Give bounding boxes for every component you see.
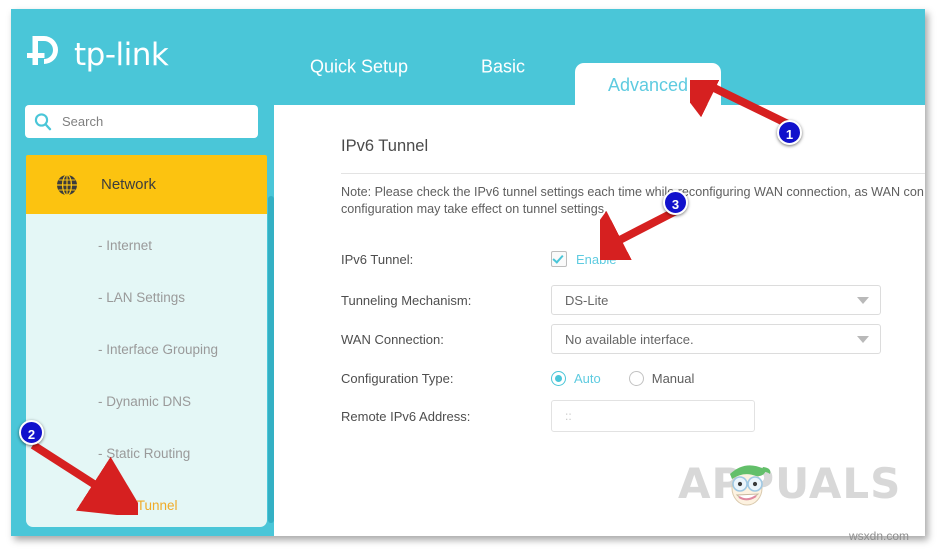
label-tunneling-mechanism: Tunneling Mechanism: [341, 292, 472, 308]
search-input[interactable] [62, 114, 242, 129]
appuals-watermark: APPUALS [678, 457, 900, 511]
tab-advanced[interactable]: Advanced [575, 63, 721, 107]
row-ipv6-tunnel: IPv6 Tunnel: Enable [341, 245, 925, 273]
page-title: IPv6 Tunnel [341, 137, 429, 155]
label-configuration-type: Configuration Type: [341, 370, 454, 386]
search-icon [33, 112, 53, 132]
sidebar-item-internet[interactable]: - Internet [26, 238, 267, 253]
appuals-watermark-text: APPUALS [678, 459, 902, 508]
row-wan-connection: WAN Connection: No available interface. [341, 324, 925, 354]
sidebar-item-network[interactable]: Network [26, 155, 267, 214]
radio-auto-icon[interactable] [551, 370, 566, 386]
chevron-down-icon [857, 297, 869, 304]
radio-manual-label: Manual [651, 370, 695, 386]
radio-auto-label: Auto [574, 370, 601, 386]
sidebar-item-interface-grouping[interactable]: - Interface Grouping [26, 342, 267, 357]
sidebar-submenu: - Internet - LAN Settings - Interface Gr… [26, 214, 267, 527]
label-remote-ipv6-address: Remote IPv6 Address: [341, 408, 471, 424]
globe-icon [55, 173, 79, 197]
note-line-2: configuration may take effect on tunnel … [341, 202, 608, 216]
search-box[interactable] [25, 105, 258, 138]
remote-ipv6-address-input[interactable] [551, 400, 755, 432]
sidebar-item-lan-settings[interactable]: - LAN Settings [26, 290, 267, 305]
tab-quick-setup[interactable]: Quick Setup [310, 57, 408, 78]
tab-advanced-label: Advanced [607, 75, 689, 95]
annotation-badge-2: 2 [19, 420, 44, 445]
sidebar-item-static-routing[interactable]: - Static Routing [26, 446, 267, 461]
note-line-1: Note: Please check the IPv6 tunnel setti… [341, 185, 924, 199]
note-text: Note: Please check the IPv6 tunnel setti… [341, 184, 925, 218]
annotation-badge-3: 3 [663, 190, 688, 215]
brand-logo: tp-link [24, 30, 169, 78]
screenshot-root: tp-link Search Network - Internet - LAN … [0, 0, 951, 550]
sidebar-item-dynamic-dns[interactable]: - Dynamic DNS [26, 394, 267, 409]
enable-checkbox-label: Enable [576, 251, 617, 267]
wan-connection-select[interactable]: No available interface. [551, 324, 881, 354]
row-remote-ipv6-address: Remote IPv6 Address: [341, 400, 925, 432]
label-wan-connection: WAN Connection: [341, 331, 444, 347]
checkbox-icon[interactable] [551, 251, 567, 267]
tp-link-logo-icon [24, 32, 68, 76]
sidebar-item-network-label: Network [101, 176, 157, 193]
sidebar-item-ipv6-tunnel[interactable]: - IPv6 Tunnel [26, 498, 267, 513]
source-watermark: wsxdn.com [849, 529, 910, 543]
enable-checkbox[interactable]: Enable [551, 251, 616, 267]
tunneling-mechanism-select[interactable]: DS-Lite [551, 285, 881, 315]
brand-name: tp-link [74, 36, 169, 73]
label-ipv6-tunnel: IPv6 Tunnel: [341, 251, 414, 267]
row-tunneling-mechanism: Tunneling Mechanism: DS-Lite [341, 285, 925, 315]
title-divider [341, 173, 925, 174]
chevron-down-icon [857, 336, 869, 343]
appuals-mascot-icon [730, 465, 771, 506]
tab-basic[interactable]: Basic [481, 57, 525, 78]
configuration-type-radio-group: Auto Manual [551, 370, 722, 386]
radio-manual-icon[interactable] [628, 370, 644, 386]
row-configuration-type: Configuration Type: Auto Manual [341, 364, 925, 392]
radio-auto[interactable]: Auto [551, 370, 601, 386]
tabbar: Quick Setup Basic Advanced [274, 9, 925, 107]
tunneling-mechanism-value: DS-Lite [565, 292, 609, 308]
annotation-badge-1: 1 [777, 120, 802, 145]
wan-connection-value: No available interface. [565, 331, 694, 347]
radio-manual[interactable]: Manual [628, 370, 695, 386]
sidebar: tp-link Search Network - Internet - LAN … [11, 9, 274, 536]
